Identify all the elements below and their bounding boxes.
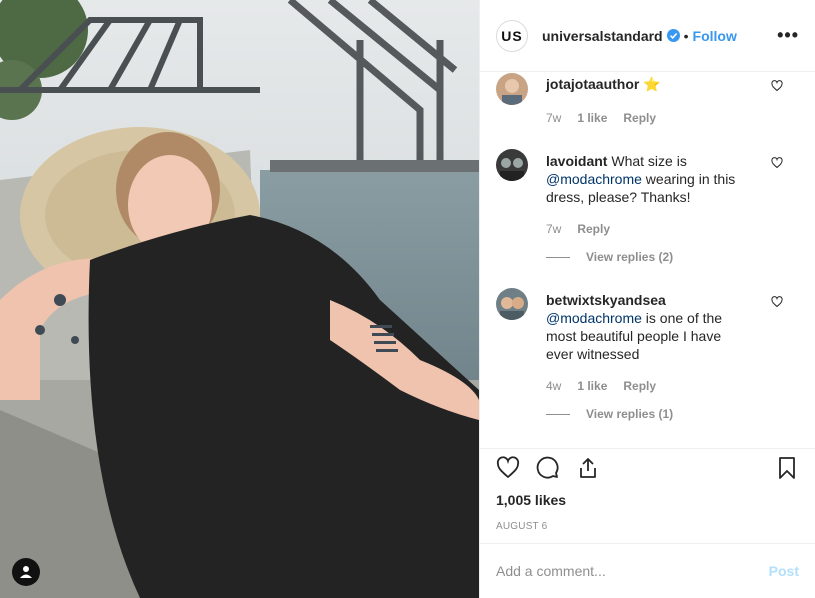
user-tag-icon[interactable]	[12, 558, 40, 586]
post-comment-button[interactable]: Post	[769, 563, 799, 579]
comment-meta: 7w Reply	[546, 220, 746, 238]
post-panel: US universalstandard • Follow ••• jotajo…	[479, 0, 815, 598]
verified-badge-icon	[666, 29, 680, 42]
commenter-avatar[interactable]	[496, 73, 528, 105]
heart-icon[interactable]	[496, 455, 520, 480]
comment-meta: 7w 1 like Reply	[546, 109, 746, 127]
comment-mention[interactable]: @modachrome	[546, 171, 642, 187]
comment-likes[interactable]: 1 like	[577, 109, 607, 127]
commenter-avatar[interactable]	[496, 288, 528, 320]
comment-text: What size is	[611, 153, 687, 169]
post-date[interactable]: AUGUST 6	[496, 521, 547, 532]
replies-divider	[546, 413, 570, 415]
view-replies-button[interactable]: View replies (1)	[546, 405, 746, 423]
comment-username[interactable]: lavoidant	[546, 153, 607, 169]
comment-username[interactable]: betwixtskyandsea	[546, 292, 666, 308]
view-replies-label[interactable]: View replies (2)	[586, 248, 673, 266]
comment-age[interactable]: 7w	[546, 220, 561, 238]
comment-item: betwixtskyandsea @modachrome is one of t…	[496, 288, 799, 423]
photo-illustration	[0, 0, 479, 598]
view-replies-label[interactable]: View replies (1)	[586, 405, 673, 423]
comment-body: jotajotaauthor ⭐ 7w 1 like Reply	[546, 72, 746, 127]
more-options-button[interactable]: •••	[777, 25, 799, 46]
comment-likes[interactable]: 1 like	[577, 377, 607, 395]
comment-icon[interactable]	[536, 456, 560, 480]
comment-age[interactable]: 4w	[546, 377, 561, 395]
comment-item: jotajotaauthor ⭐ 7w 1 like Reply	[496, 72, 799, 127]
comment-like-heart-icon[interactable]	[771, 296, 783, 308]
comment-like-heart-icon[interactable]	[771, 157, 783, 169]
comment-username[interactable]: jotajotaauthor	[546, 76, 639, 92]
commenter-avatar[interactable]	[496, 149, 528, 181]
post-header: US universalstandard • Follow •••	[480, 0, 815, 72]
likes-count[interactable]: 1,005 likes	[496, 492, 566, 508]
reply-button[interactable]: Reply	[577, 220, 610, 238]
follow-button[interactable]: Follow	[693, 28, 737, 44]
reply-button[interactable]: Reply	[623, 377, 656, 395]
view-replies-button[interactable]: View replies (2)	[546, 248, 746, 266]
comment-body: betwixtskyandsea @modachrome is one of t…	[546, 288, 746, 423]
comment-meta: 4w 1 like Reply	[546, 377, 746, 395]
comment-input[interactable]	[496, 563, 769, 579]
reply-button[interactable]: Reply	[623, 109, 656, 127]
comment-item: lavoidant What size is @modachrome weari…	[496, 149, 799, 266]
comment-like-heart-icon[interactable]	[771, 80, 783, 92]
add-comment-bar: Post	[480, 543, 815, 598]
comment-age[interactable]: 7w	[546, 109, 561, 127]
bookmark-icon[interactable]	[775, 456, 799, 480]
comments-list[interactable]: jotajotaauthor ⭐ 7w 1 like Reply lavoida…	[480, 72, 815, 448]
star-emoji: ⭐	[643, 76, 661, 92]
author-username[interactable]: universalstandard	[542, 28, 663, 44]
post-actions-bar	[480, 448, 815, 486]
separator-dot: •	[683, 27, 689, 44]
post-photo[interactable]	[0, 0, 479, 598]
share-icon[interactable]	[576, 456, 600, 480]
replies-divider	[546, 256, 570, 258]
author-avatar[interactable]: US	[496, 19, 528, 52]
comment-mention[interactable]: @modachrome	[546, 310, 642, 326]
comment-body: lavoidant What size is @modachrome weari…	[546, 149, 746, 266]
